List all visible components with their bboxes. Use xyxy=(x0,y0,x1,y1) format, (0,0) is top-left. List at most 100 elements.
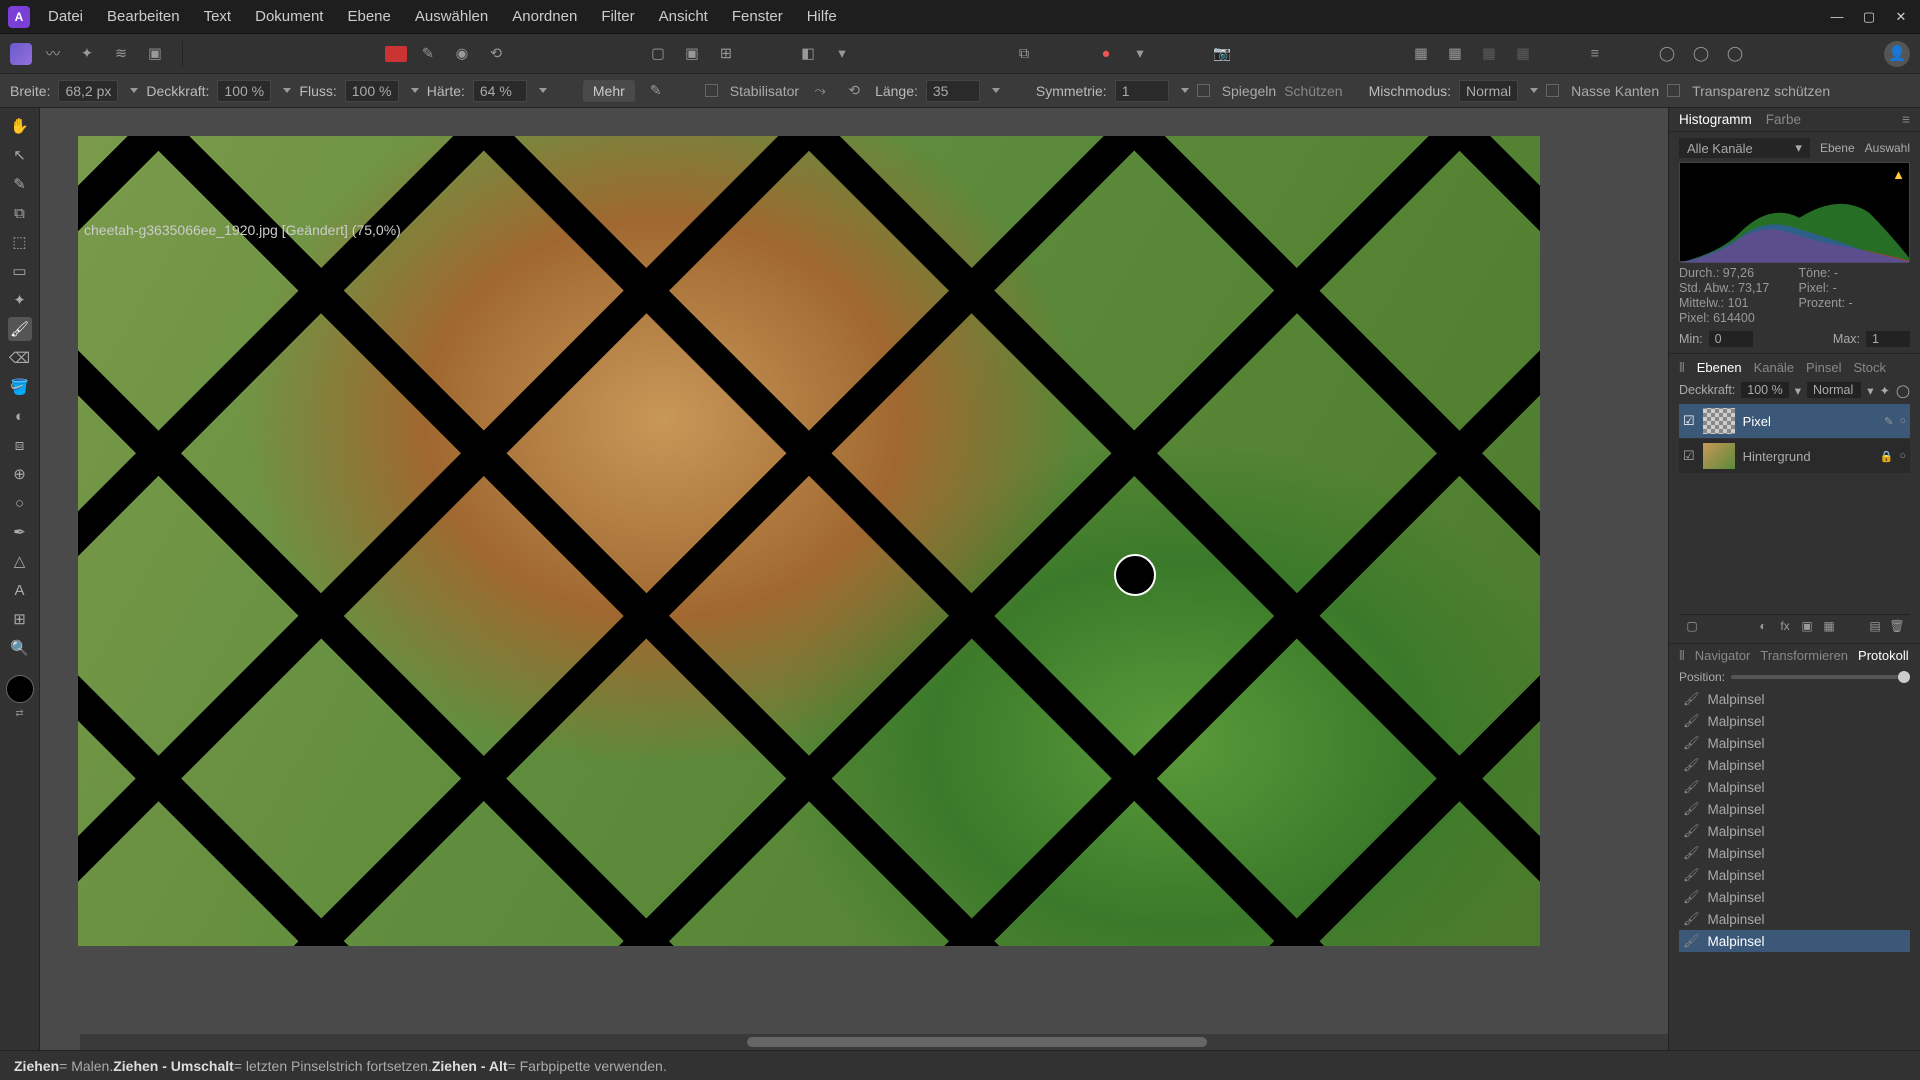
mask-icon[interactable]: ▣ xyxy=(1798,619,1816,633)
menu-help[interactable]: Hilfe xyxy=(807,8,837,25)
hand-tool[interactable]: ✋ xyxy=(8,114,32,138)
layer-lock-icon[interactable]: ◯ xyxy=(1896,383,1910,398)
history-item[interactable]: 🖌Malpinsel xyxy=(1679,886,1910,908)
menu-layer[interactable]: Ebene xyxy=(347,8,390,25)
flood-select-tool[interactable]: ✦ xyxy=(8,288,32,312)
layer-blend-field[interactable]: Normal xyxy=(1807,382,1861,398)
menu-select[interactable]: Auswählen xyxy=(415,8,488,25)
stabilizer-rope-icon[interactable]: ⟲ xyxy=(841,78,867,104)
selection-subtract-icon[interactable]: ▣ xyxy=(679,41,705,67)
menu-view[interactable]: Ansicht xyxy=(659,8,708,25)
quick-mask-icon[interactable]: ◧ xyxy=(795,41,821,67)
stabilizer-mode-icon[interactable]: ⤳ xyxy=(807,78,833,104)
mirror-checkbox[interactable] xyxy=(1197,84,1210,97)
layer-item-pixel[interactable]: ☑ Pixel ✎ ○ xyxy=(1679,404,1910,439)
crop-tool[interactable]: ⧉ xyxy=(8,201,32,225)
history-item[interactable]: 🖌Malpinsel xyxy=(1679,820,1910,842)
tab-transform[interactable]: Transformieren xyxy=(1760,648,1848,664)
selection-intersect-icon[interactable]: ⊞ xyxy=(713,41,739,67)
text-tool[interactable]: A xyxy=(8,578,32,602)
tab-layers[interactable]: Ebenen xyxy=(1697,360,1742,376)
adjustment-icon[interactable]: ◐ xyxy=(1754,619,1772,633)
opacity-field[interactable]: 100 % xyxy=(217,80,271,102)
minimize-button[interactable]: — xyxy=(1826,6,1848,28)
history-item[interactable]: 🖌Malpinsel xyxy=(1679,776,1910,798)
tab-protocol[interactable]: Protokoll xyxy=(1858,648,1909,664)
layer-opacity-field[interactable]: 100 % xyxy=(1741,382,1788,398)
color-picker-tool[interactable]: ✎ xyxy=(8,172,32,196)
flow-field[interactable]: 100 % xyxy=(345,80,399,102)
brush-settings-icon[interactable]: ✎ xyxy=(643,78,669,104)
group-icon[interactable]: ▦ xyxy=(1820,619,1838,633)
mesh-tool[interactable]: ⊞ xyxy=(8,607,32,631)
panel-menu-icon[interactable]: ≡ xyxy=(1902,112,1910,127)
tab-navigator[interactable]: Navigator xyxy=(1695,648,1751,664)
symmetry-field[interactable]: 1 xyxy=(1115,80,1169,102)
scrollbar-thumb[interactable] xyxy=(747,1037,1208,1047)
visibility-checkbox[interactable]: ☑ xyxy=(1683,413,1695,429)
length-field[interactable]: 35 xyxy=(926,80,980,102)
alpha-checkbox[interactable] xyxy=(1667,84,1680,97)
channel-select[interactable]: Alle Kanäle▾ xyxy=(1679,138,1810,158)
fx-icon[interactable]: fx xyxy=(1776,619,1794,633)
export-persona-icon[interactable]: ▣ xyxy=(142,41,168,67)
dodge-tool[interactable]: ◐ xyxy=(8,404,32,428)
more-button[interactable]: Mehr xyxy=(583,80,635,102)
document-tab[interactable]: cheetah-g3635066ee_1920.jpg [Geändert] (… xyxy=(84,222,401,238)
chevron-down-icon[interactable] xyxy=(411,88,419,93)
clone-tool[interactable]: ⧈ xyxy=(8,433,32,457)
develop-persona-icon[interactable]: ✦ xyxy=(74,41,100,67)
chevron-down-icon[interactable] xyxy=(539,88,547,93)
marquee-tool[interactable]: ▭ xyxy=(8,259,32,283)
fill-tool[interactable]: 🪣 xyxy=(8,375,32,399)
sync-icon[interactable]: ◯ xyxy=(1688,41,1714,67)
lock-icon[interactable]: ○ xyxy=(1899,415,1906,428)
slider-thumb[interactable] xyxy=(1898,671,1910,683)
selection-none-icon[interactable]: ▢ xyxy=(645,41,671,67)
layer-fx-icon[interactable]: ✦ xyxy=(1880,383,1890,398)
width-field[interactable]: 68,2 px xyxy=(58,80,118,102)
wet-checkbox[interactable] xyxy=(1546,84,1559,97)
history-item[interactable]: 🖌Malpinsel xyxy=(1679,754,1910,776)
align-icon[interactable]: ≡ xyxy=(1582,41,1608,67)
blend-field[interactable]: Normal xyxy=(1459,80,1518,102)
min-field[interactable]: 0 xyxy=(1709,331,1753,347)
menu-edit[interactable]: Bearbeiten xyxy=(107,8,180,25)
arrange-back-icon[interactable]: ▦ xyxy=(1442,41,1468,67)
chevron-down-icon[interactable] xyxy=(283,88,291,93)
horizontal-scrollbar[interactable] xyxy=(80,1034,1668,1050)
add-layer-icon[interactable]: ▤ xyxy=(1866,619,1884,633)
menu-window[interactable]: Fenster xyxy=(732,8,783,25)
visibility-icon[interactable]: ○ xyxy=(1899,450,1906,463)
tab-color[interactable]: Farbe xyxy=(1766,112,1801,127)
liquify-persona-icon[interactable]: 〰 xyxy=(40,41,66,67)
dropdown-icon[interactable]: ▾ xyxy=(829,41,855,67)
stabilizer-checkbox[interactable] xyxy=(705,84,718,97)
dropdown-icon[interactable]: ▾ xyxy=(1127,41,1153,67)
protect-label[interactable]: Schützen xyxy=(1284,83,1342,99)
history-item[interactable]: 🖌Malpinsel xyxy=(1679,930,1910,952)
foreground-color-swatch[interactable] xyxy=(385,46,407,62)
menu-document[interactable]: Dokument xyxy=(255,8,323,25)
visibility-checkbox[interactable]: ☑ xyxy=(1683,448,1695,464)
shape-tool[interactable]: △ xyxy=(8,549,32,573)
reset-colors-icon[interactable]: ⟲ xyxy=(483,41,509,67)
zoom-tool[interactable]: 🔍 xyxy=(8,636,32,660)
selection-brush-tool[interactable]: ⬚ xyxy=(8,230,32,254)
tab-channels[interactable]: Kanäle xyxy=(1754,360,1794,376)
edit-icon[interactable]: ✎ xyxy=(1884,415,1893,428)
history-slider[interactable] xyxy=(1731,675,1910,679)
layer-name[interactable]: Hintergrund xyxy=(1743,449,1811,464)
cloud-icon[interactable]: ◯ xyxy=(1722,41,1748,67)
layer-item-background[interactable]: ☑ Hintergrund 🔒○ xyxy=(1679,439,1910,474)
color-wheel-icon[interactable]: ◉ xyxy=(449,41,475,67)
eyedropper-icon[interactable]: ✎ xyxy=(415,41,441,67)
pen-tool[interactable]: ✒ xyxy=(8,520,32,544)
tab-brushes[interactable]: Pinsel xyxy=(1806,360,1841,376)
history-item[interactable]: 🖌Malpinsel xyxy=(1679,842,1910,864)
maximize-button[interactable]: ▢ xyxy=(1858,6,1880,28)
chevron-down-icon[interactable] xyxy=(1530,88,1538,93)
history-item[interactable]: 🖌Malpinsel xyxy=(1679,908,1910,930)
hardness-field[interactable]: 64 % xyxy=(473,80,527,102)
layer-name[interactable]: Pixel xyxy=(1743,414,1771,429)
